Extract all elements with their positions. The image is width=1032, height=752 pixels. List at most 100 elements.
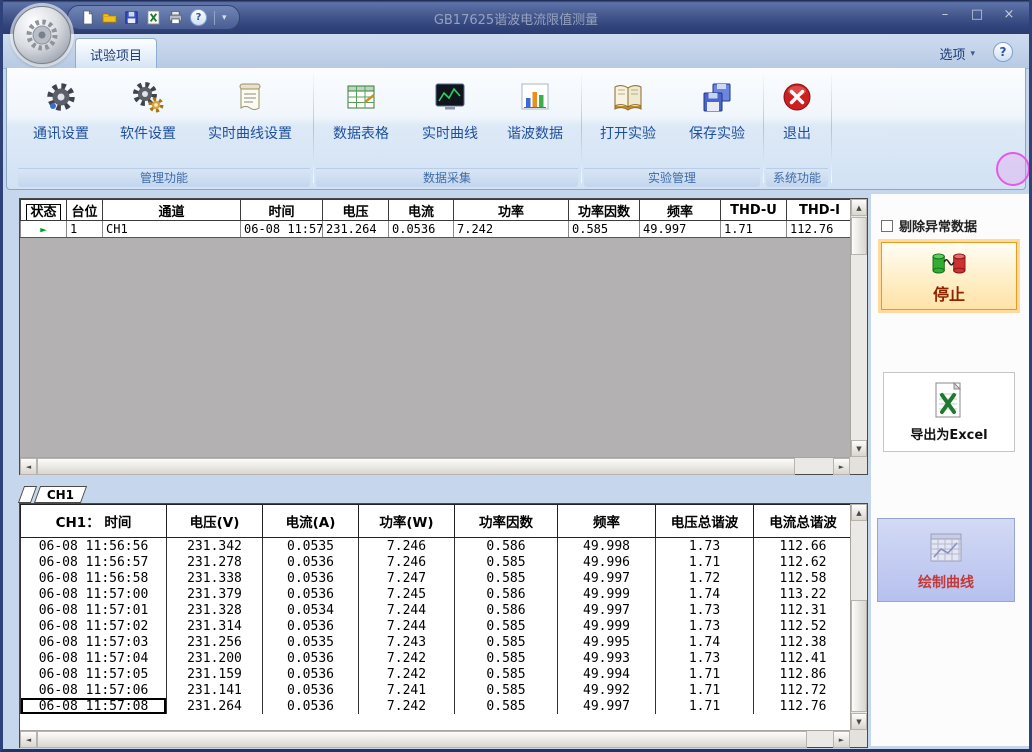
draw-curve-button[interactable]: 绘制曲线 xyxy=(877,518,1015,602)
scroll-right-button[interactable]: ► xyxy=(833,458,850,475)
column-header[interactable]: 功率 xyxy=(454,200,569,221)
value-cell[interactable]: 0.0536 xyxy=(263,618,359,634)
column-header[interactable]: THD-U xyxy=(721,200,787,221)
software-settings-button[interactable]: 软件设置 xyxy=(105,70,191,170)
scroll-left-button[interactable]: ◄ xyxy=(20,731,37,748)
column-header[interactable]: THD-I xyxy=(787,200,853,221)
table-row[interactable]: 06-08 11:57:06231.1410.05367.2410.58549.… xyxy=(21,682,853,698)
scroll-down-button[interactable]: ▼ xyxy=(851,713,867,730)
value-cell[interactable]: 231.200 xyxy=(167,650,263,666)
bottom-vertical-scrollbar[interactable]: ▲ ▼ xyxy=(850,504,867,730)
value-cell[interactable]: 231.314 xyxy=(167,618,263,634)
value-cell[interactable]: 49.997 xyxy=(558,570,656,586)
minimize-button[interactable]: – xyxy=(937,7,953,22)
value-cell[interactable]: 1.73 xyxy=(656,602,754,618)
scroll-up-button[interactable]: ▲ xyxy=(851,504,867,521)
scroll-thumb[interactable] xyxy=(37,458,795,475)
value-cell[interactable]: 1.74 xyxy=(656,586,754,602)
scroll-left-button[interactable]: ◄ xyxy=(20,458,37,475)
value-cell[interactable]: 0.585 xyxy=(455,698,558,714)
data-cell[interactable]: 06-08 11:57:08 xyxy=(241,221,323,238)
column-header[interactable]: 功率(W) xyxy=(359,505,455,538)
value-cell[interactable]: 1.71 xyxy=(656,554,754,570)
value-cell[interactable]: 0.0536 xyxy=(263,586,359,602)
table-row[interactable]: 06-08 11:57:05231.1590.05367.2420.58549.… xyxy=(21,666,853,682)
column-header[interactable]: 频率 xyxy=(640,200,721,221)
value-cell[interactable]: 7.242 xyxy=(359,666,455,682)
value-cell[interactable]: 7.244 xyxy=(359,602,455,618)
column-header[interactable]: 电压总谐波 xyxy=(656,505,754,538)
column-header[interactable]: 电流总谐波 xyxy=(754,505,853,538)
realtime-curve-button[interactable]: 实时曲线 xyxy=(407,70,493,170)
time-cell[interactable]: 06-08 11:57:06 xyxy=(21,682,167,698)
value-cell[interactable]: 231.159 xyxy=(167,666,263,682)
column-header[interactable]: CH1： 时间 xyxy=(21,505,167,538)
open-experiment-button[interactable]: 打开实验 xyxy=(583,70,673,170)
close-button[interactable]: × xyxy=(1001,7,1017,22)
value-cell[interactable]: 0.0534 xyxy=(263,602,359,618)
data-cell[interactable]: 0.0536 xyxy=(389,221,454,238)
column-header[interactable]: 电压(V) xyxy=(167,505,263,538)
harmonic-data-button[interactable]: 谐波数据 xyxy=(493,70,577,170)
value-cell[interactable]: 231.256 xyxy=(167,634,263,650)
value-cell[interactable]: 231.278 xyxy=(167,554,263,570)
column-header[interactable]: 电流 xyxy=(389,200,454,221)
exclude-abnormal-checkbox[interactable]: 剔除异常数据 xyxy=(881,216,977,235)
value-cell[interactable]: 0.0536 xyxy=(263,650,359,666)
value-cell[interactable]: 7.244 xyxy=(359,618,455,634)
value-cell[interactable]: 7.246 xyxy=(359,538,455,555)
value-cell[interactable]: 49.997 xyxy=(558,602,656,618)
value-cell[interactable]: 0.585 xyxy=(455,682,558,698)
table-row[interactable]: 06-08 11:57:04231.2000.05367.2420.58549.… xyxy=(21,650,853,666)
save-experiment-button[interactable]: 保存实验 xyxy=(673,70,761,170)
time-cell[interactable]: 06-08 11:57:00 xyxy=(21,586,167,602)
value-cell[interactable]: 7.246 xyxy=(359,554,455,570)
scroll-thumb[interactable] xyxy=(851,600,867,712)
options-menu[interactable]: 选项 ▾ xyxy=(939,44,975,63)
value-cell[interactable]: 231.338 xyxy=(167,570,263,586)
value-cell[interactable]: 231.379 xyxy=(167,586,263,602)
value-cell[interactable]: 0.0536 xyxy=(263,666,359,682)
value-cell[interactable]: 112.41 xyxy=(754,650,853,666)
value-cell[interactable]: 0.0536 xyxy=(263,682,359,698)
value-cell[interactable]: 0.586 xyxy=(455,602,558,618)
value-cell[interactable]: 0.585 xyxy=(455,618,558,634)
value-cell[interactable]: 231.141 xyxy=(167,682,263,698)
value-cell[interactable]: 7.242 xyxy=(359,650,455,666)
time-cell[interactable]: 06-08 11:57:05 xyxy=(21,666,167,682)
value-cell[interactable]: 0.585 xyxy=(455,554,558,570)
column-header[interactable]: 功率因数 xyxy=(455,505,558,538)
value-cell[interactable]: 49.993 xyxy=(558,650,656,666)
value-cell[interactable]: 0.586 xyxy=(455,538,558,555)
value-cell[interactable]: 49.995 xyxy=(558,634,656,650)
value-cell[interactable]: 1.73 xyxy=(656,538,754,555)
table-row[interactable]: 06-08 11:56:57231.2780.05367.2460.58549.… xyxy=(21,554,853,570)
value-cell[interactable]: 7.242 xyxy=(359,698,455,714)
tab-test-project[interactable]: 试验项目 xyxy=(75,38,157,69)
exit-button[interactable]: 退出 xyxy=(765,70,829,170)
value-cell[interactable]: 49.999 xyxy=(558,618,656,634)
scroll-down-button[interactable]: ▼ xyxy=(851,440,867,457)
data-cell[interactable]: 0.585 xyxy=(569,221,640,238)
value-cell[interactable]: 112.76 xyxy=(754,698,853,714)
data-cell[interactable]: 49.997 xyxy=(640,221,721,238)
value-cell[interactable]: 0.585 xyxy=(455,666,558,682)
time-cell[interactable]: 06-08 11:57:02 xyxy=(21,618,167,634)
checkbox-box[interactable] xyxy=(881,220,893,232)
data-cell[interactable]: 7.242 xyxy=(454,221,569,238)
value-cell[interactable]: 0.585 xyxy=(455,650,558,666)
bottom-horizontal-scrollbar[interactable]: ◄ ► xyxy=(20,730,850,747)
comm-settings-button[interactable]: 通讯设置 xyxy=(17,70,105,170)
column-header[interactable]: 时间 xyxy=(241,200,323,221)
time-cell[interactable]: 06-08 11:57:03 xyxy=(21,634,167,650)
maximize-button[interactable]: □ xyxy=(969,7,985,22)
value-cell[interactable]: 7.241 xyxy=(359,682,455,698)
table-row[interactable]: 06-08 11:57:01231.3280.05347.2440.58649.… xyxy=(21,602,853,618)
stop-button[interactable]: 停止 xyxy=(881,242,1017,310)
value-cell[interactable]: 0.585 xyxy=(455,634,558,650)
time-cell[interactable]: 06-08 11:56:57 xyxy=(21,554,167,570)
table-row[interactable]: 06-08 11:57:00231.3790.05367.2450.58649.… xyxy=(21,586,853,602)
value-cell[interactable]: 231.342 xyxy=(167,538,263,555)
value-cell[interactable]: 112.86 xyxy=(754,666,853,682)
value-cell[interactable]: 112.58 xyxy=(754,570,853,586)
